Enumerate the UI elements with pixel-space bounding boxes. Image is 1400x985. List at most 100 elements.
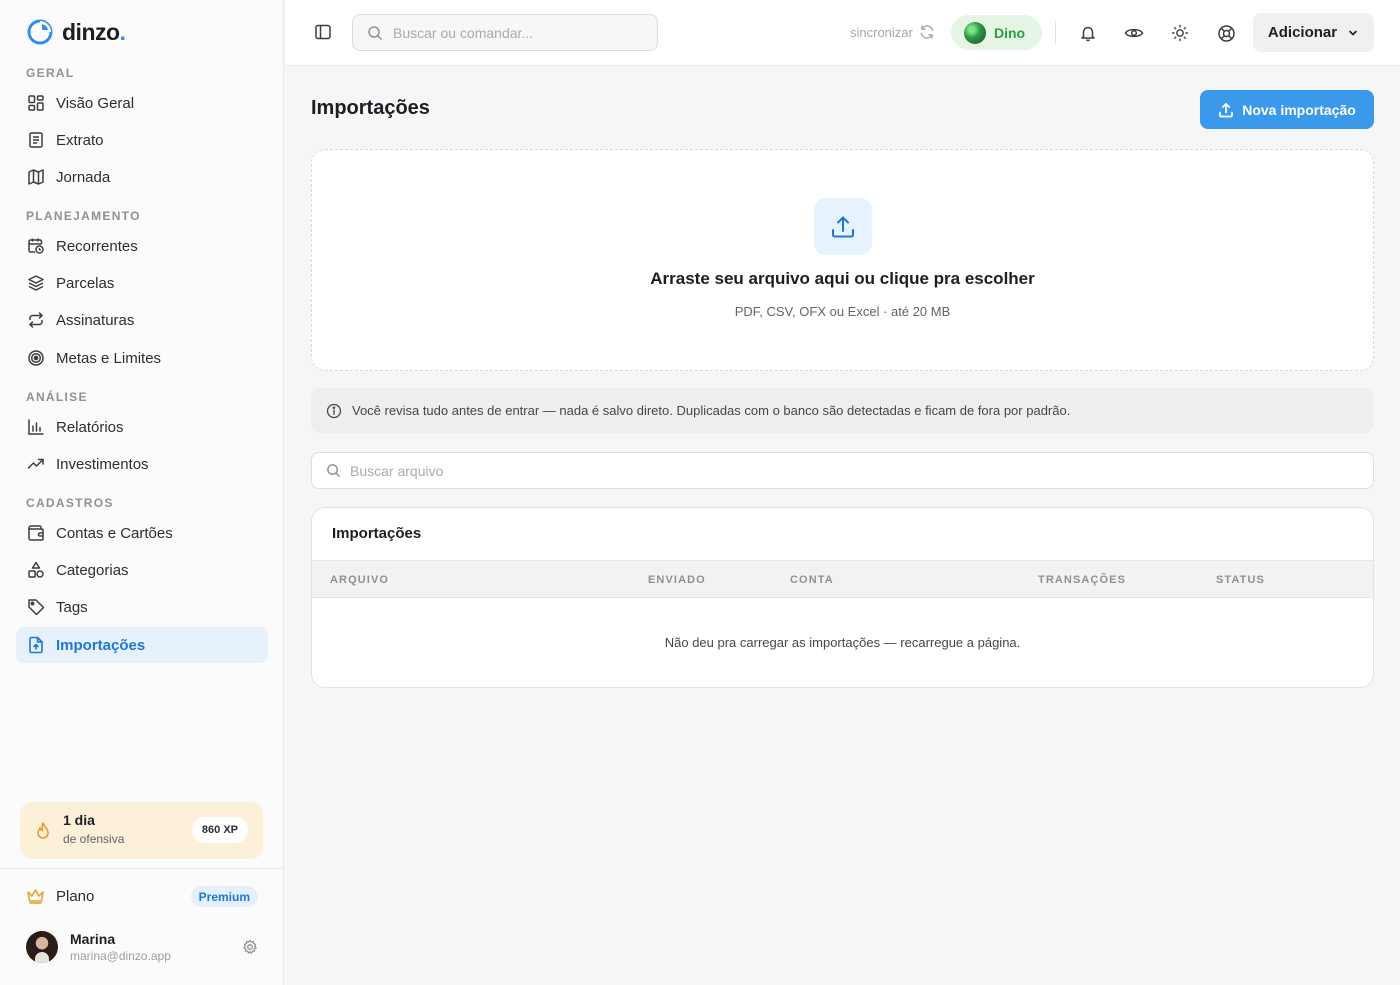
sidebar-item-assinaturas[interactable]: Assinaturas: [16, 302, 268, 338]
info-icon: [326, 403, 342, 419]
sync-button[interactable]: sincronizar: [850, 24, 935, 40]
global-search[interactable]: [352, 14, 658, 51]
shapes-icon: [26, 560, 46, 580]
repeat-icon: [26, 310, 46, 330]
section-label-cadastros: CADASTROS: [26, 496, 114, 510]
sidebar-item-jornada[interactable]: Jornada: [16, 159, 268, 195]
column-header-conta[interactable]: CONTA: [790, 574, 834, 586]
table-title: Importações: [332, 525, 422, 542]
table-empty-message: Não deu pra carregar as importações — re…: [664, 635, 1021, 650]
column-header-enviado[interactable]: ENVIADO: [648, 574, 706, 586]
sidebar-item-label: Recorrentes: [56, 237, 138, 255]
sidebar-toggle-icon[interactable]: [314, 23, 332, 41]
user-name: Marina: [70, 931, 116, 947]
section-label-geral: GERAL: [26, 66, 75, 80]
sidebar-item-tags[interactable]: Tags: [16, 589, 268, 625]
layers-icon: [26, 273, 46, 293]
table-header: ARQUIVO ENVIADO CONTA TRANSAÇÕES STATUS: [312, 560, 1373, 598]
flame-icon: [34, 821, 52, 841]
sidebar-item-relatorios[interactable]: Relatórios: [16, 409, 268, 445]
avatar: [26, 931, 58, 963]
file-search-input[interactable]: [350, 462, 1250, 479]
eye-icon[interactable]: [1123, 22, 1145, 44]
add-button-label: Adicionar: [1267, 24, 1338, 41]
file-search[interactable]: [311, 452, 1374, 489]
search-icon: [326, 463, 341, 478]
new-import-button[interactable]: Nova importação: [1200, 90, 1374, 129]
user-profile[interactable]: Marina marina@dinzo.app: [26, 930, 266, 964]
sidebar-item-label: Importações: [56, 636, 146, 654]
logo[interactable]: dinzo.: [26, 18, 126, 46]
plan-row[interactable]: Plano Premium: [16, 878, 268, 914]
notice-text: Você revisa tudo antes de entrar — nada …: [352, 403, 1071, 418]
sidebar-item-contas-cartoes[interactable]: Contas e Cartões: [16, 515, 268, 551]
user-email: marina@dinzo.app: [70, 949, 171, 963]
column-header-transacoes[interactable]: TRANSAÇÕES: [1038, 574, 1126, 586]
section-label-analise: ANÁLISE: [26, 390, 88, 404]
sidebar-item-label: Tags: [56, 598, 88, 616]
trending-up-icon: [26, 454, 46, 474]
bar-chart-icon: [26, 417, 46, 437]
logo-icon: [27, 19, 53, 45]
sidebar-item-visao-geral[interactable]: Visão Geral: [16, 85, 268, 121]
xp-badge: 860 XP: [191, 817, 248, 843]
bell-icon[interactable]: [1077, 22, 1099, 44]
sidebar-item-recorrentes[interactable]: Recorrentes: [16, 228, 268, 264]
sidebar-item-label: Relatórios: [56, 418, 124, 436]
upload-icon: [1218, 102, 1234, 118]
sidebar-item-parcelas[interactable]: Parcelas: [16, 265, 268, 301]
target-icon: [26, 348, 46, 368]
file-upload-icon: [26, 635, 46, 655]
global-search-input[interactable]: [393, 24, 633, 41]
sidebar-item-label: Extrato: [56, 131, 104, 149]
sidebar-item-label: Jornada: [56, 168, 111, 186]
sidebar: dinzo. GERAL Visão Geral Extrato Jornada…: [0, 0, 284, 985]
add-button[interactable]: Adicionar: [1253, 13, 1374, 52]
streak-title: 1 dia: [63, 812, 95, 828]
receipt-icon: [26, 130, 46, 150]
sidebar-item-investimentos[interactable]: Investimentos: [16, 446, 268, 482]
sidebar-item-categorias[interactable]: Categorias: [16, 552, 268, 588]
column-header-status[interactable]: STATUS: [1216, 574, 1265, 586]
imports-table-card: Importações ARQUIVO ENVIADO CONTA TRANSA…: [311, 507, 1374, 688]
refresh-icon: [919, 24, 935, 40]
calendar-clock-icon: [26, 236, 46, 256]
help-lifebuoy-icon[interactable]: [1215, 22, 1237, 44]
dino-assistant-button[interactable]: Dino: [951, 15, 1042, 50]
sidebar-item-importacoes[interactable]: Importações: [16, 627, 268, 663]
plan-label: Plano: [56, 887, 95, 905]
sidebar-item-metas-limites[interactable]: Metas e Limites: [16, 340, 268, 376]
streak-subtitle: de ofensiva: [63, 832, 125, 846]
file-dropzone[interactable]: Arraste seu arquivo aqui ou clique pra e…: [311, 149, 1374, 371]
sidebar-item-label: Assinaturas: [56, 311, 135, 329]
sun-icon[interactable]: [1169, 22, 1191, 44]
sync-label: sincronizar: [850, 24, 913, 40]
sidebar-item-label: Investimentos: [56, 455, 149, 473]
tag-icon: [26, 597, 46, 617]
upload-icon: [814, 198, 872, 255]
sidebar-item-label: Parcelas: [56, 274, 115, 292]
grid-icon: [26, 93, 46, 113]
dropzone-title: Arraste seu arquivo aqui ou clique pra e…: [650, 269, 1035, 288]
info-notice: Você revisa tudo antes de entrar — nada …: [311, 388, 1374, 433]
dropzone-subtitle: PDF, CSV, OFX ou Excel · até 20 MB: [734, 304, 951, 319]
dino-label: Dino: [994, 24, 1026, 41]
search-icon: [367, 25, 383, 41]
sidebar-item-label: Contas e Cartões: [56, 524, 173, 542]
sidebar-item-label: Metas e Limites: [56, 349, 162, 367]
logo-text: dinzo.: [62, 18, 126, 45]
premium-badge: Premium: [190, 886, 258, 907]
topbar-divider: [1055, 21, 1056, 45]
page-title: Importações: [311, 97, 430, 119]
dino-orb-icon: [964, 21, 986, 44]
topbar: sincronizar Dino Adicionar: [285, 0, 1400, 66]
sidebar-item-extrato[interactable]: Extrato: [16, 122, 268, 158]
streak-card[interactable]: 1 dia de ofensiva 860 XP: [20, 802, 263, 859]
map-icon: [26, 167, 46, 187]
wallet-icon: [26, 523, 46, 543]
column-header-arquivo[interactable]: ARQUIVO: [330, 574, 389, 586]
sidebar-divider: [0, 868, 284, 869]
chevron-down-icon: [1347, 27, 1359, 39]
gear-icon[interactable]: [242, 939, 258, 955]
new-import-label: Nova importação: [1242, 101, 1356, 118]
